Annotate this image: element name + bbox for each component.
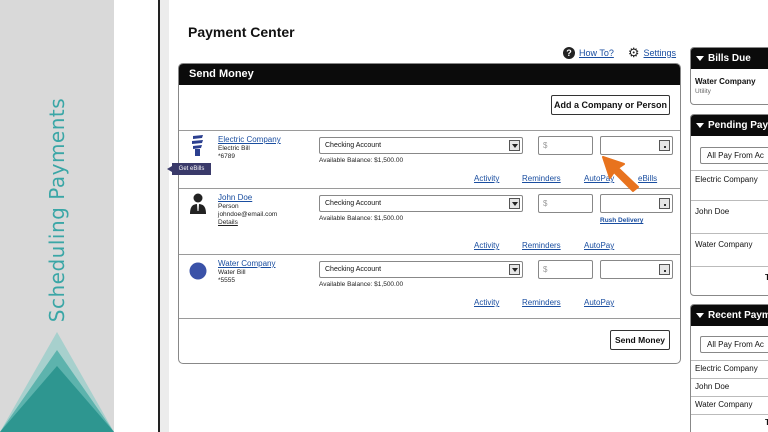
collapse-icon xyxy=(696,312,704,318)
window-edge xyxy=(160,0,169,432)
divider xyxy=(179,130,680,131)
payee-account-number: *6789 xyxy=(218,153,235,160)
payee-account-number: *5555 xyxy=(218,277,235,284)
pay-from-select[interactable]: Checking Account xyxy=(319,137,523,154)
pay-from-select[interactable]: Checking Account xyxy=(319,195,523,212)
divider xyxy=(691,360,768,361)
top-links: ? How To? ⚙ Settings xyxy=(563,46,676,59)
person-icon xyxy=(190,193,206,214)
reminders-link[interactable]: Reminders xyxy=(522,174,561,183)
pay-from-value: Checking Account xyxy=(325,266,382,273)
available-balance: Available Balance: $1,500.00 xyxy=(319,157,404,164)
pending-header[interactable]: Pending Paym xyxy=(691,115,768,136)
available-balance: Available Balance: $1,500.00 xyxy=(319,281,404,288)
recent-title: Recent Payme xyxy=(708,310,768,321)
collapse-icon xyxy=(696,55,704,61)
pending-title: Pending Paym xyxy=(708,120,768,131)
bill-due-type: Utility xyxy=(695,88,711,95)
send-money-panel: Send Money Add a Company or Person Elect… xyxy=(178,63,681,364)
date-input[interactable] xyxy=(600,194,673,213)
recent-header[interactable]: Recent Payme xyxy=(691,305,768,326)
divider xyxy=(691,233,768,234)
bills-due-header[interactable]: Bills Due xyxy=(691,48,768,69)
bills-due-title: Bills Due xyxy=(708,53,751,64)
divider xyxy=(691,266,768,267)
payee-email: johndoe@email.com xyxy=(218,211,278,218)
send-money-button[interactable]: Send Money xyxy=(610,330,670,350)
amount-input[interactable]: $ xyxy=(538,194,593,213)
activity-link[interactable]: Activity xyxy=(474,174,499,183)
slide-title: Scheduling Payments xyxy=(45,97,69,323)
electric-company-icon xyxy=(192,135,203,156)
recent-item[interactable]: Water Company xyxy=(695,400,753,409)
settings-link[interactable]: Settings xyxy=(644,48,677,58)
date-input[interactable] xyxy=(600,260,673,279)
autopay-link[interactable]: AutoPay xyxy=(584,298,614,307)
slide-panel: Scheduling Payments xyxy=(0,0,114,432)
divider xyxy=(691,414,768,415)
pending-filter-select[interactable]: All Pay From Ac xyxy=(700,147,768,164)
chevron-down-icon[interactable] xyxy=(509,140,520,151)
bills-due-card: Bills Due Water Company Utility xyxy=(690,47,768,105)
pending-payments-card: Pending Paym All Pay From Ac Electric Co… xyxy=(690,114,768,296)
pending-item[interactable]: John Doe xyxy=(695,207,729,216)
recent-filter-select[interactable]: All Pay From Ac xyxy=(700,336,768,353)
recent-payments-card: Recent Payme All Pay From Ac Electric Co… xyxy=(690,304,768,432)
divider xyxy=(691,378,768,379)
amount-input[interactable]: $ xyxy=(538,260,593,279)
bill-due-name[interactable]: Water Company xyxy=(695,77,756,86)
pay-from-value: Checking Account xyxy=(325,142,382,149)
payee-type: Water Bill xyxy=(218,269,246,276)
reminders-link[interactable]: Reminders xyxy=(522,298,561,307)
divider xyxy=(179,318,680,319)
divider xyxy=(691,396,768,397)
recent-item[interactable]: John Doe xyxy=(695,382,729,391)
available-balance: Available Balance: $1,500.00 xyxy=(319,215,404,222)
payee-name-link[interactable]: Electric Company xyxy=(218,135,281,144)
calendar-icon[interactable] xyxy=(659,264,670,275)
pay-from-select[interactable]: Checking Account xyxy=(319,261,523,278)
payee-type: Person xyxy=(218,203,239,210)
get-ebills-tab[interactable]: Get eBills xyxy=(167,163,211,175)
divider xyxy=(691,170,768,171)
activity-link[interactable]: Activity xyxy=(474,298,499,307)
chevron-down-icon[interactable] xyxy=(509,198,520,209)
calendar-icon[interactable] xyxy=(659,198,670,209)
how-to-link[interactable]: How To? xyxy=(579,48,614,58)
gear-icon[interactable]: ⚙ xyxy=(628,46,640,59)
water-company-icon xyxy=(189,262,207,280)
send-money-title: Send Money xyxy=(179,64,680,85)
date-input[interactable] xyxy=(600,136,673,155)
calendar-icon[interactable] xyxy=(659,140,670,151)
autopay-link[interactable]: AutoPay xyxy=(584,241,614,250)
divider xyxy=(691,200,768,201)
activity-link[interactable]: Activity xyxy=(474,241,499,250)
rush-delivery-link[interactable]: Rush Delivery xyxy=(600,217,643,224)
payee-name-link[interactable]: Water Company xyxy=(218,259,276,268)
chevron-down-icon[interactable] xyxy=(509,264,520,275)
pending-item[interactable]: Water Company xyxy=(695,240,753,249)
divider xyxy=(179,254,680,255)
recent-item[interactable]: Electric Company xyxy=(695,364,758,373)
reminders-link[interactable]: Reminders xyxy=(522,241,561,250)
pending-item[interactable]: Electric Company xyxy=(695,175,758,184)
payee-type: Electric Bill xyxy=(218,145,250,152)
collapse-icon xyxy=(696,122,704,128)
help-icon[interactable]: ? xyxy=(563,46,575,59)
payee-name-link[interactable]: John Doe xyxy=(218,193,252,202)
amount-input[interactable]: $ xyxy=(538,136,593,155)
decor-triangle-dark xyxy=(0,366,114,432)
pay-from-value: Checking Account xyxy=(325,200,382,207)
details-link[interactable]: Details xyxy=(218,219,238,226)
add-company-button[interactable]: Add a Company or Person xyxy=(551,95,670,115)
gutter xyxy=(114,0,158,432)
pointer-arrow-icon xyxy=(602,156,639,192)
page-title: Payment Center xyxy=(188,24,295,40)
